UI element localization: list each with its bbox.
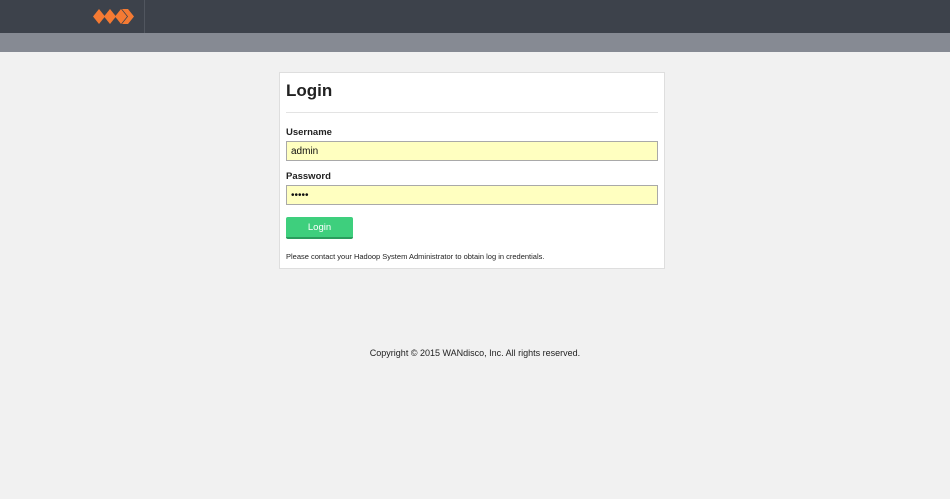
sub-navbar: [0, 33, 950, 52]
password-input[interactable]: [286, 185, 658, 205]
copyright-footer: Copyright © 2015 WANdisco, Inc. All righ…: [369, 348, 581, 358]
username-input[interactable]: [286, 141, 658, 161]
login-panel: Login Username Password Login Please con…: [279, 72, 665, 269]
wandisco-logo-icon[interactable]: [93, 6, 135, 27]
password-label: Password: [286, 171, 331, 182]
logo-cell: [0, 0, 145, 33]
username-label: Username: [286, 127, 332, 138]
login-button[interactable]: Login: [286, 217, 353, 239]
top-navbar: [0, 0, 950, 33]
title-divider: [286, 112, 658, 113]
credentials-help-text: Please contact your Hadoop System Admini…: [286, 252, 545, 261]
login-title: Login: [286, 81, 333, 100]
